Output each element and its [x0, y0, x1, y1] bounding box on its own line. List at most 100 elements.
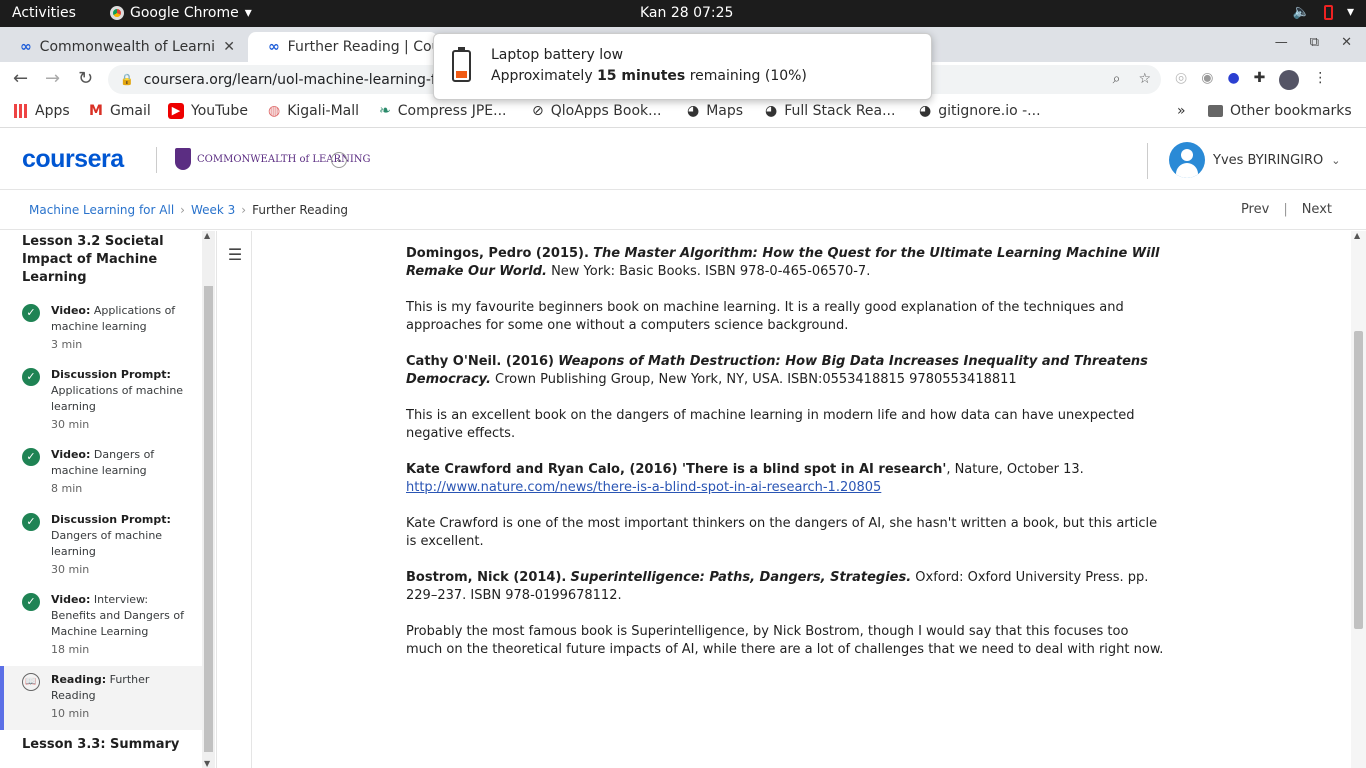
breadcrumb: Machine Learning for All › Week 3 › Furt…: [0, 191, 1366, 230]
bookmark-kigali-mall[interactable]: ◍ Kigali-Mall: [268, 103, 359, 119]
sidebar-item[interactable]: ✓ Discussion Prompt: Dangers of machine …: [0, 506, 202, 586]
list-icon[interactable]: ☰: [223, 245, 247, 269]
bookmark-apps[interactable]: Apps: [14, 103, 70, 119]
chevron-down-icon: ⌄: [1331, 153, 1341, 167]
chevron-down-icon[interactable]: ⌄: [331, 152, 347, 168]
extension-icon-3[interactable]: ●: [1227, 70, 1239, 90]
bookmark-star-icon[interactable]: ☆: [1138, 71, 1151, 87]
scroll-down-icon[interactable]: ▼: [204, 759, 210, 768]
notification-text: Approximately: [491, 68, 598, 84]
globe-icon: ◕: [687, 103, 700, 119]
other-bookmarks-folder[interactable]: Other bookmarks: [1208, 103, 1352, 119]
ref-details: Crown Publishing Group, New York, NY, US…: [490, 372, 1017, 387]
clock[interactable]: Kan 28 07:25: [640, 5, 733, 21]
volume-icon: 🔈: [1292, 4, 1310, 20]
bookmark-label: Other bookmarks: [1230, 103, 1352, 119]
extension-icon-1[interactable]: ◎: [1175, 70, 1187, 90]
ref-author: Bostrom, Nick (2014).: [406, 570, 567, 585]
main-scrollbar[interactable]: ▲: [1351, 231, 1366, 768]
lock-icon: 🔒: [120, 73, 134, 86]
bookmark-label: Gmail: [109, 103, 151, 119]
chrome-menu-icon[interactable]: ⋮: [1313, 70, 1327, 90]
breadcrumb-week[interactable]: Week 3: [191, 203, 235, 217]
reading-content: Domingos, Pedro (2015). The Master Algor…: [406, 245, 1166, 677]
reference-comment: This is my favourite beginners book on m…: [406, 300, 1124, 333]
sidebar-item-active[interactable]: 📖 Reading: Further Reading 10 min: [0, 666, 202, 730]
next-button[interactable]: Next: [1302, 202, 1332, 217]
bookmark-youtube[interactable]: ▶ YouTube: [168, 103, 248, 119]
sidebar-item[interactable]: ✓ Video: Applications of machine learnin…: [0, 297, 202, 361]
more-bookmarks-button[interactable]: »: [1177, 103, 1186, 119]
battery-icon: [1323, 4, 1333, 20]
toc-column: ☰: [216, 231, 252, 768]
notification-title: Laptop battery low: [491, 47, 624, 63]
tab-further-reading[interactable]: ∞ Further Reading | Cou: [248, 32, 438, 62]
bookmark-maps[interactable]: ◕ Maps: [687, 103, 743, 119]
url-text: coursera.org/learn/uol-machine-learning-…: [143, 71, 467, 88]
app-menu[interactable]: Google Chrome ▾: [110, 5, 252, 21]
prev-button[interactable]: Prev: [1241, 202, 1269, 217]
bookmark-label: »: [1177, 103, 1186, 119]
scroll-up-icon[interactable]: ▲: [204, 231, 210, 240]
reference-comment: This is an excellent book on the dangers…: [406, 408, 1135, 441]
activities-button[interactable]: Activities: [12, 5, 76, 21]
apps-grid-icon: [14, 104, 28, 118]
sidebar-item[interactable]: ✓ Discussion Prompt: Applications of mac…: [0, 361, 202, 441]
bookmark-gmail[interactable]: M Gmail: [89, 103, 151, 119]
reload-icon[interactable]: ↻: [78, 68, 93, 89]
tab-commonwealth[interactable]: ∞ Commonwealth of Learni ✕: [0, 32, 245, 62]
bookmark-label: Apps: [35, 103, 70, 119]
bookmark-compress-jpeg[interactable]: ❧ Compress JPE...: [379, 103, 506, 119]
scroll-up-icon[interactable]: ▲: [1354, 231, 1360, 240]
sidebar-item[interactable]: ✓ Video: Dangers of machine learning 8 m…: [0, 441, 202, 506]
notification-body: Approximately 15 minutes remaining (10%): [491, 68, 807, 84]
coursera-logo[interactable]: coursera: [22, 145, 124, 174]
reference-link[interactable]: http://www.nature.com/news/there-is-a-bl…: [406, 480, 881, 495]
bookmark-label: YouTube: [191, 103, 248, 119]
next-lesson-title[interactable]: Lesson 3.3: Summary: [0, 730, 202, 754]
system-top-bar: Activities Google Chrome ▾ Kan 28 07:25 …: [0, 0, 1366, 27]
maximize-icon[interactable]: ⧉: [1310, 35, 1319, 50]
back-icon[interactable]: ←: [13, 68, 28, 89]
breadcrumb-course[interactable]: Machine Learning for All: [29, 203, 174, 217]
user-menu[interactable]: Yves BYIRINGIRO ⌄: [1169, 142, 1341, 178]
bookmark-label: Kigali-Mall: [287, 103, 360, 119]
bookmark-full-stack[interactable]: ◕ Full Stack Rea...: [765, 103, 895, 119]
chevron-right-icon: ›: [241, 203, 247, 217]
item-duration: 3 min: [51, 338, 83, 351]
bookmark-qloapps[interactable]: ⊘ QloApps Book...: [532, 103, 662, 119]
bookmarks-bar: Apps M Gmail ▶ YouTube ◍ Kigali-Mall ❧ C…: [0, 96, 1366, 128]
power-menu-icon: ▾: [1346, 4, 1354, 20]
sidebar-item[interactable]: ✓ Video: Interview: Benefits and Dangers…: [0, 586, 202, 666]
reference-entry: Kate Crawford and Ryan Calo, (2016) 'The…: [406, 461, 1166, 497]
chevron-right-icon: ›: [180, 203, 185, 217]
bookmark-label: QloApps Book...: [550, 103, 662, 119]
extensions-puzzle-icon[interactable]: ✚: [1254, 70, 1266, 90]
close-window-icon[interactable]: ✕: [1341, 35, 1352, 50]
extension-icon-2[interactable]: ◉: [1201, 70, 1213, 90]
battery-notification[interactable]: Laptop battery low Approximately 15 minu…: [433, 33, 932, 100]
item-type: Video:: [51, 304, 91, 317]
system-tray[interactable]: 🔈 ▾: [1293, 4, 1354, 20]
checkmark-icon: ✓: [22, 368, 40, 386]
checkmark-icon: ✓: [22, 304, 40, 322]
scroll-thumb[interactable]: [204, 286, 213, 752]
checkmark-icon: ✓: [22, 448, 40, 466]
globe-icon: ◕: [919, 103, 932, 119]
item-duration: 10 min: [51, 707, 90, 720]
ref-author: Kate Crawford and Ryan Calo, (2016) 'The…: [406, 462, 947, 477]
ref-author: Cathy O'Neil. (2016): [406, 354, 554, 369]
item-duration: 18 min: [51, 643, 90, 656]
course-sidebar: Lesson 3.2 Societal Impact of Machine Le…: [0, 231, 202, 768]
scroll-thumb[interactable]: [1354, 331, 1363, 629]
zoom-icon[interactable]: ⌕: [1113, 71, 1121, 87]
tab-title: Commonwealth of Learni: [39, 39, 215, 55]
item-type: Reading:: [51, 673, 107, 686]
lesson-title[interactable]: Lesson 3.2 Societal Impact of Machine Le…: [0, 231, 202, 297]
forward-icon[interactable]: →: [45, 68, 60, 89]
profile-avatar-icon[interactable]: [1279, 70, 1300, 90]
bookmark-gitignore[interactable]: ◕ gitignore.io -...: [919, 103, 1041, 119]
sidebar-scrollbar[interactable]: ▲ ▼: [202, 231, 215, 768]
minimize-icon[interactable]: —: [1275, 35, 1288, 50]
close-tab-icon[interactable]: ✕: [223, 39, 235, 55]
